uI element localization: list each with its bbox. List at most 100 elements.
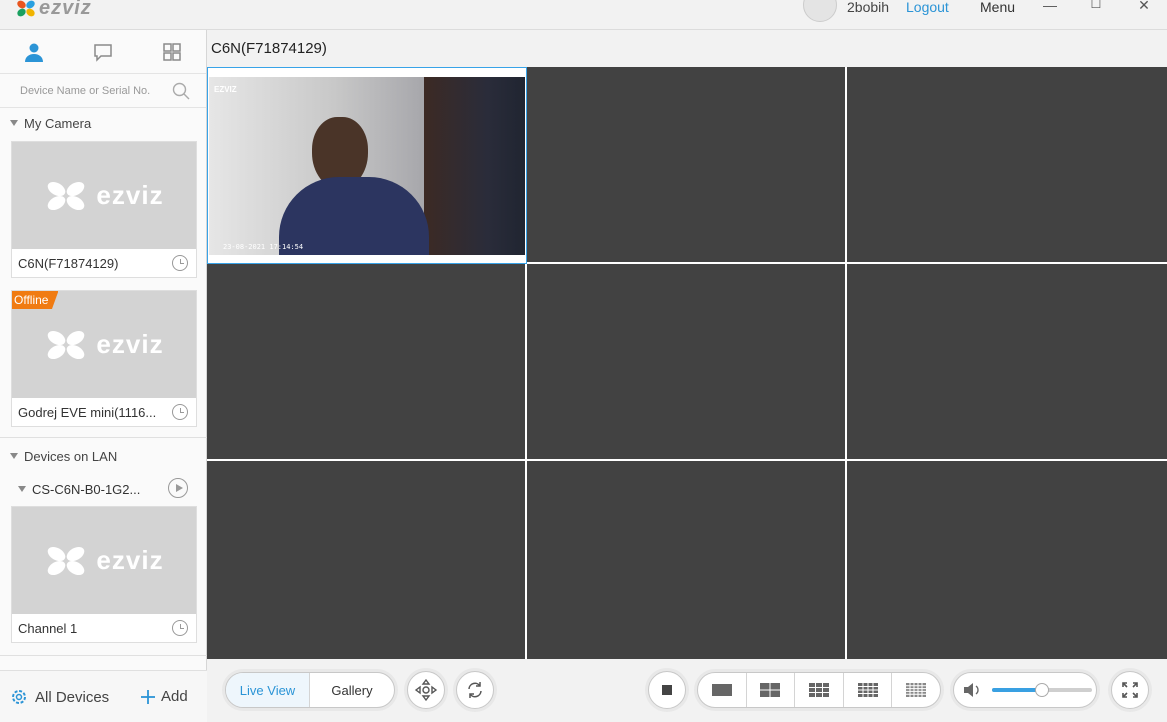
logo-text: ezviz xyxy=(39,0,92,19)
live-video[interactable]: EZVIZ 23-08-2021 17:14:54 xyxy=(209,77,525,255)
tab-devices[interactable] xyxy=(0,30,69,73)
username: 2bobih xyxy=(847,0,890,15)
camera-card[interactable]: Offline ezviz Godrej EVE mini(1116... xyxy=(11,290,197,427)
fullscreen-button[interactable] xyxy=(1111,671,1149,709)
collapse-icon xyxy=(10,120,18,126)
view-mode-switch: Live View Gallery xyxy=(225,672,395,708)
minimize-button[interactable]: — xyxy=(1038,0,1062,17)
camera-thumbnail: Offline ezviz xyxy=(12,291,196,398)
search-input[interactable] xyxy=(8,80,168,102)
playback-clock-icon[interactable] xyxy=(172,404,188,420)
layout-1-button[interactable] xyxy=(698,673,747,707)
ezviz-logo-icon xyxy=(44,327,90,362)
layout-9-icon xyxy=(808,683,829,697)
channel-name: Channel 1 xyxy=(18,620,78,636)
all-devices-button[interactable]: All Devices xyxy=(10,688,109,706)
tab-live-view[interactable]: Live View xyxy=(226,673,310,707)
tab-gallery[interactable]: Gallery xyxy=(310,673,394,707)
bottom-toolbar: Live View Gallery xyxy=(207,659,1167,722)
sidebar-tabs xyxy=(0,30,206,74)
video-cell-3[interactable] xyxy=(847,67,1167,264)
live-view-grid: EZVIZ 23-08-2021 17:14:54 xyxy=(207,67,1167,659)
thumb-logo-text: ezviz xyxy=(96,180,164,210)
video-cell-1[interactable]: EZVIZ 23-08-2021 17:14:54 xyxy=(207,67,527,264)
chat-icon xyxy=(94,43,112,62)
search-icon[interactable] xyxy=(171,81,191,101)
stop-icon xyxy=(662,685,672,695)
volume-knob[interactable] xyxy=(1035,683,1049,697)
ezviz-logo: ezviz xyxy=(44,327,164,362)
layout-4-button[interactable] xyxy=(747,673,796,707)
ezviz-logo: ezviz xyxy=(44,543,164,578)
person-icon xyxy=(25,43,44,62)
lan-device-name: CS-C6N-B0-1G2... xyxy=(32,481,141,497)
layout-9-button[interactable] xyxy=(795,673,844,707)
video-cell-7[interactable] xyxy=(207,461,527,659)
plus-icon xyxy=(141,689,155,704)
lan-label: Devices on LAN xyxy=(24,448,118,464)
camera-name: C6N(F71874129) xyxy=(18,255,119,271)
tab-apps[interactable] xyxy=(137,30,206,73)
layout-16-icon xyxy=(857,683,878,697)
ezviz-logo-icon xyxy=(44,178,90,213)
add-label: Add xyxy=(161,688,188,705)
video-cell-2[interactable] xyxy=(527,67,847,264)
video-cell-6[interactable] xyxy=(847,264,1167,461)
speaker-icon[interactable] xyxy=(962,681,982,699)
playback-clock-icon[interactable] xyxy=(172,620,188,636)
refresh-button[interactable] xyxy=(456,671,494,709)
tab-messages[interactable] xyxy=(69,30,138,73)
all-devices-label: All Devices xyxy=(35,688,110,706)
divider xyxy=(0,437,207,438)
logout-link[interactable]: Logout xyxy=(906,0,949,15)
camera-thumbnail: ezviz xyxy=(12,142,196,249)
maximize-button[interactable]: ☐ xyxy=(1084,0,1108,17)
camera-name: Godrej EVE mini(1116... xyxy=(18,404,157,420)
search-box xyxy=(0,74,206,108)
page-title: C6N(F71874129) xyxy=(211,40,327,57)
volume-slider[interactable] xyxy=(992,683,1092,697)
video-cell-5[interactable] xyxy=(527,264,847,461)
lan-section[interactable]: Devices on LAN xyxy=(0,441,207,471)
video-timestamp: 23-08-2021 17:14:54 xyxy=(223,243,304,251)
collapse-icon xyxy=(18,486,26,492)
lan-device-item[interactable]: CS-C6N-B0-1G2... xyxy=(18,478,198,500)
ptz-button[interactable] xyxy=(407,671,445,709)
ezviz-logo: ezviz xyxy=(15,0,92,19)
layout-16-button[interactable] xyxy=(844,673,893,707)
fullscreen-icon xyxy=(1122,682,1138,698)
divider xyxy=(0,655,207,656)
ptz-direction-icon xyxy=(414,678,438,702)
gear-icon xyxy=(12,690,26,704)
sidebar-footer: All Devices Add xyxy=(0,670,207,722)
camera-thumbnail: ezviz xyxy=(12,507,196,614)
camera-card[interactable]: ezviz C6N(F71874129) xyxy=(11,141,197,278)
thumb-logo-text: ezviz xyxy=(96,545,164,575)
layout-1-icon xyxy=(711,684,732,696)
offline-badge: Offline xyxy=(12,291,59,309)
avatar[interactable] xyxy=(803,0,837,22)
channel-card[interactable]: ezviz Channel 1 xyxy=(11,506,197,643)
video-osd-logo: EZVIZ xyxy=(214,85,237,94)
video-cell-4[interactable] xyxy=(207,264,527,461)
ezviz-logo: ezviz xyxy=(44,178,164,213)
ezviz-logo-icon xyxy=(44,543,90,578)
sidebar: My Camera ezviz C6N(F71874129) Offline xyxy=(0,30,207,722)
close-button[interactable]: ✕ xyxy=(1132,0,1156,17)
play-icon[interactable] xyxy=(168,478,188,498)
stop-button[interactable] xyxy=(648,671,686,709)
my-camera-section[interactable]: My Camera xyxy=(0,108,206,138)
video-cell-9[interactable] xyxy=(847,461,1167,659)
layout-25-icon xyxy=(906,683,927,697)
playback-clock-icon[interactable] xyxy=(172,255,188,271)
video-cell-8[interactable] xyxy=(527,461,847,659)
add-device-button[interactable]: Add xyxy=(140,688,188,705)
thumb-logo-text: ezviz xyxy=(96,329,164,359)
layout-25-button[interactable] xyxy=(892,673,940,707)
collapse-icon xyxy=(10,453,18,459)
volume-control xyxy=(953,672,1097,708)
grid-icon xyxy=(162,42,181,61)
menu-button[interactable]: Menu xyxy=(980,0,1015,15)
layout-4-icon xyxy=(760,683,781,697)
ezviz-app: ezviz 2bobih Logout Menu — ☐ ✕ My xyxy=(0,0,1167,722)
